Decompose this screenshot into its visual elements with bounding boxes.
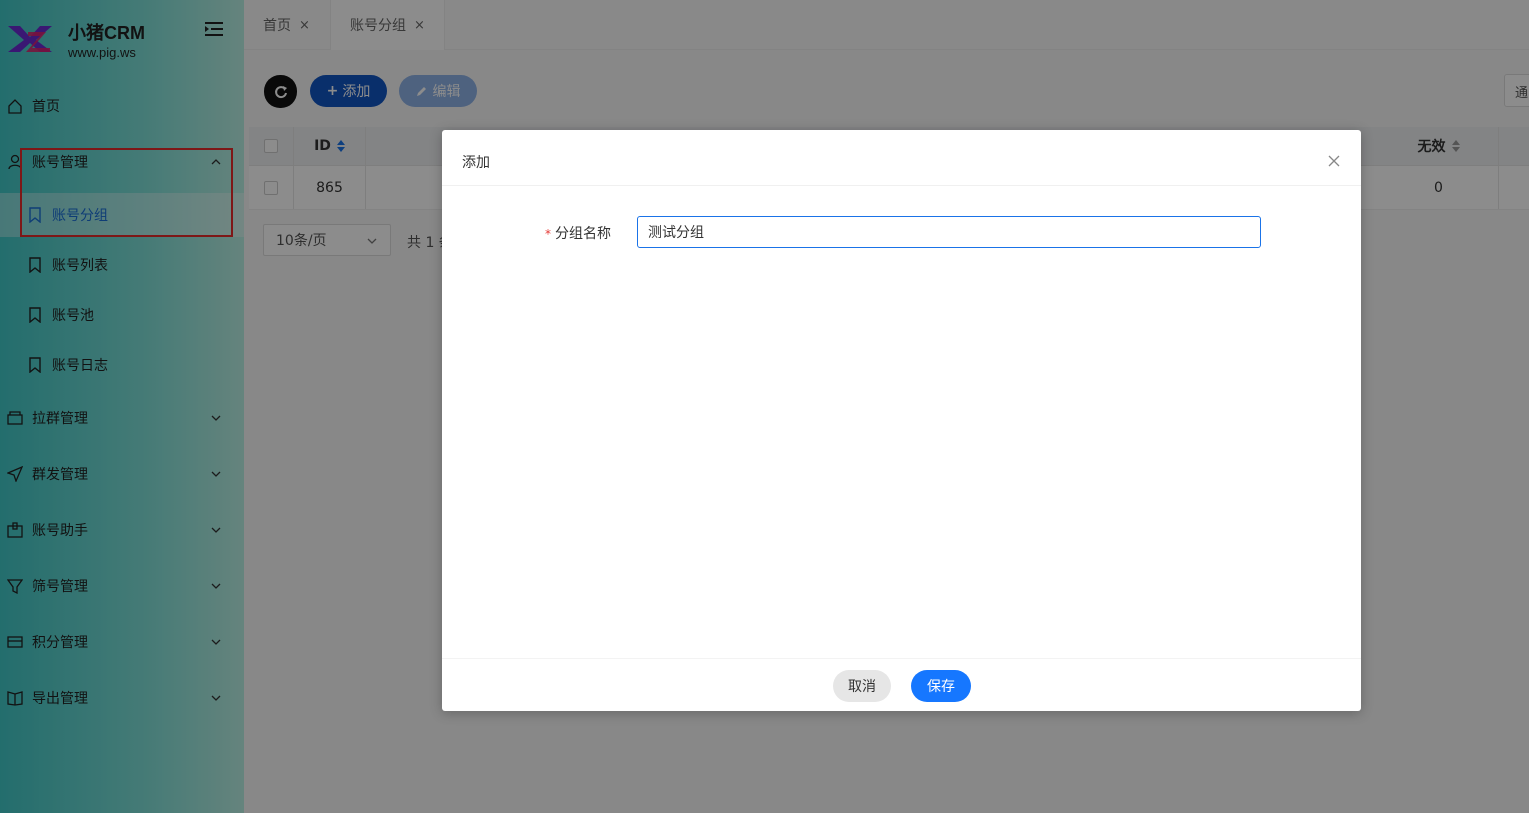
group-name-label-text: 分组名称 [555, 226, 611, 242]
group-name-input[interactable] [637, 216, 1261, 248]
modal-title: 添加 [462, 155, 490, 171]
cancel-button[interactable]: 取消 [833, 670, 891, 702]
modal-footer: 取消 保存 [442, 658, 1361, 711]
close-icon[interactable] [1327, 154, 1341, 168]
save-button[interactable]: 保存 [911, 670, 971, 702]
required-mark: * [545, 227, 551, 241]
group-name-label: * 分组名称 [545, 223, 611, 243]
modal-header: 添加 [442, 130, 1361, 186]
add-modal: 添加 * 分组名称 取消 保存 [442, 130, 1361, 711]
